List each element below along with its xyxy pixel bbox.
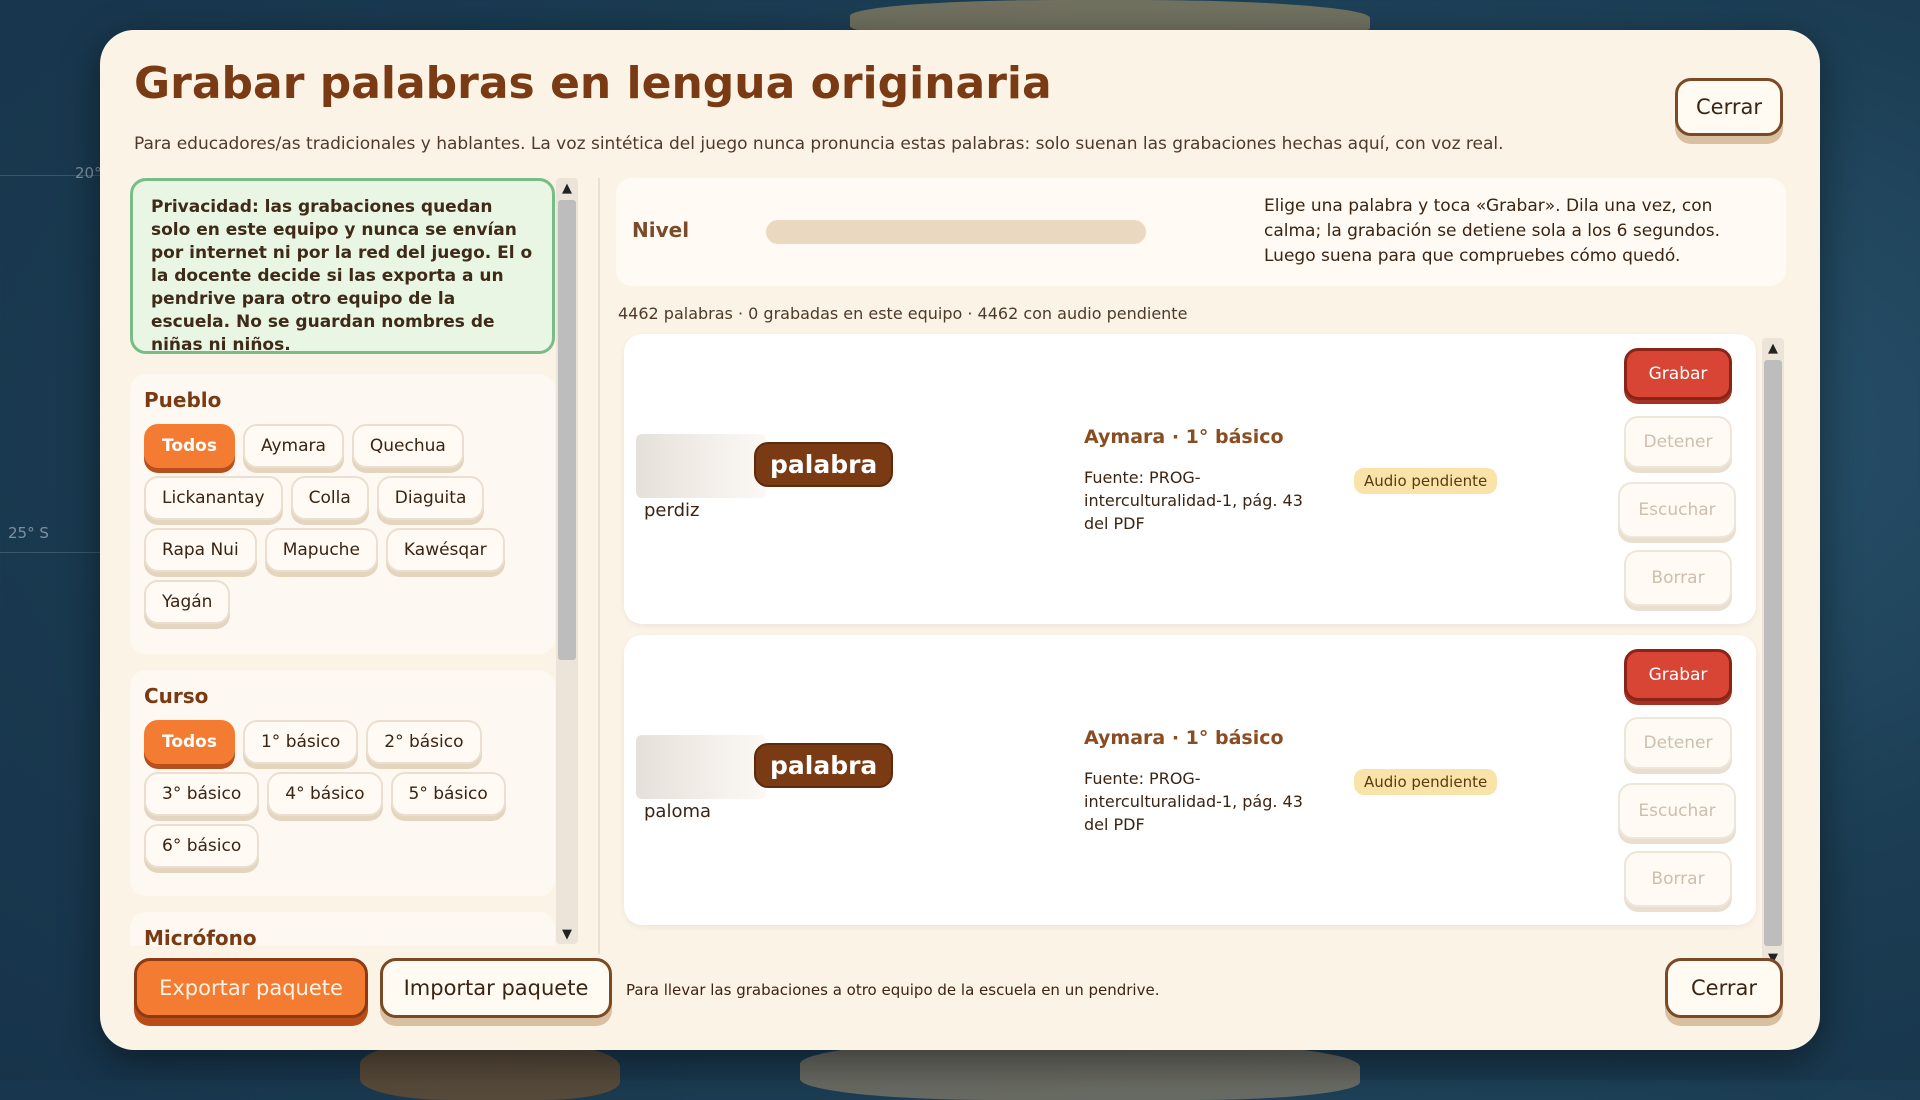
microfono-filter: Micrófono [130, 912, 555, 946]
level-meter [766, 220, 1146, 244]
word-source: Fuente: PROG-interculturalidad-1, pág. 4… [1084, 468, 1303, 533]
pueblo-chip-lickanantay[interactable]: Lickanantay [144, 476, 283, 520]
level-card: Nivel Elige una palabra y toca «Grabar».… [616, 178, 1786, 286]
close-button-top[interactable]: Cerrar [1675, 78, 1783, 136]
export-package-button[interactable]: Exportar paquete [134, 958, 368, 1018]
word-card: palabra paloma Aymara · 1° básico Fuente… [624, 635, 1756, 925]
pueblo-chip-colla[interactable]: Colla [290, 476, 369, 520]
word-meta: Aymara · 1° básico [1084, 426, 1284, 448]
page-subtitle: Para educadores/as tradicionales y habla… [134, 134, 1504, 154]
import-package-button[interactable]: Importar paquete [380, 958, 612, 1018]
curso-chip-5-basico[interactable]: 5° básico [390, 772, 506, 816]
pueblo-chip-mapuche[interactable]: Mapuche [264, 528, 378, 572]
word-image [636, 434, 766, 498]
word-text: perdiz [644, 500, 700, 521]
word-source: Fuente: PROG-interculturalidad-1, pág. 4… [1084, 769, 1303, 834]
word-stats: 4462 palabras · 0 grabadas en este equip… [618, 304, 1188, 323]
left-scrollbar[interactable]: ▲ ▼ [556, 178, 578, 944]
word-meta: Aymara · 1° básico [1084, 727, 1284, 749]
word-card: palabra perdiz Aymara · 1° básico Fuente… [624, 334, 1756, 624]
scroll-up-arrow-icon[interactable]: ▲ [556, 178, 578, 198]
pueblo-chip-rapa-nui[interactable]: Rapa Nui [144, 528, 257, 572]
pueblo-chip-list: Todos Aymara Quechua Lickanantay Colla D… [144, 424, 541, 624]
word-pill: palabra [754, 743, 894, 788]
left-panel: Privacidad: las grabaciones quedan solo … [130, 178, 555, 946]
word-pill: palabra [754, 442, 894, 487]
stop-button[interactable]: Detener [1624, 717, 1732, 769]
level-help-text: Elige una palabra y toca «Grabar». Dila … [1264, 196, 1720, 266]
record-button[interactable]: Grabar [1624, 348, 1732, 400]
map-latitude-label: 25° S [8, 524, 49, 542]
curso-chip-3-basico[interactable]: 3° básico [144, 772, 260, 816]
pueblo-chip-aymara[interactable]: Aymara [242, 424, 344, 468]
scroll-down-arrow-icon[interactable]: ▼ [556, 924, 578, 944]
curso-chip-1-basico[interactable]: 1° básico [242, 720, 359, 764]
curso-chip-6-basico[interactable]: 6° básico [144, 824, 260, 868]
curso-filter-title: Curso [144, 684, 209, 708]
map-latitude-line [0, 552, 100, 553]
delete-button[interactable]: Borrar [1624, 550, 1732, 606]
pueblo-chip-kawesqar[interactable]: Kawésqar [385, 528, 505, 572]
list-scrollbar[interactable]: ▲ ▼ [1762, 338, 1784, 968]
pueblo-chip-todos[interactable]: Todos [144, 424, 235, 468]
microfono-filter-title: Micrófono [144, 926, 257, 946]
recording-modal: Grabar palabras en lengua originaria Par… [100, 30, 1820, 1050]
privacy-note: Privacidad: las grabaciones quedan solo … [130, 178, 555, 355]
left-scrollbar-thumb[interactable] [558, 200, 576, 660]
pueblo-filter: Pueblo Todos Aymara Quechua Lickanantay … [130, 374, 555, 654]
word-list: palabra perdiz Aymara · 1° básico Fuente… [616, 330, 1776, 970]
list-scrollbar-thumb[interactable] [1764, 360, 1782, 946]
status-badge: Audio pendiente [1354, 769, 1498, 795]
pueblo-chip-quechua[interactable]: Quechua [351, 424, 464, 468]
scroll-up-arrow-icon[interactable]: ▲ [1762, 338, 1784, 358]
listen-button[interactable]: Escuchar [1618, 482, 1736, 538]
close-button-bottom[interactable]: Cerrar [1665, 958, 1783, 1018]
curso-chip-4-basico[interactable]: 4° básico [267, 772, 383, 816]
stop-button[interactable]: Detener [1624, 416, 1732, 468]
word-image [636, 735, 766, 799]
status-badge: Audio pendiente [1354, 468, 1498, 494]
curso-filter: Curso Todos 1° básico 2° básico 3° básic… [130, 670, 555, 896]
word-text: paloma [644, 801, 712, 822]
pueblo-filter-title: Pueblo [144, 388, 222, 412]
curso-chip-todos[interactable]: Todos [144, 720, 235, 764]
pueblo-chip-diaguita[interactable]: Diaguita [376, 476, 485, 520]
level-label: Nivel [632, 218, 690, 242]
curso-chip-list: Todos 1° básico 2° básico 3° básico 4° b… [144, 720, 541, 868]
delete-button[interactable]: Borrar [1624, 851, 1732, 907]
pueblo-chip-yagan[interactable]: Yagán [144, 580, 231, 624]
record-button[interactable]: Grabar [1624, 649, 1732, 701]
curso-chip-2-basico[interactable]: 2° básico [366, 720, 482, 764]
export-hint: Para llevar las grabaciones a otro equip… [626, 981, 1160, 999]
column-divider [598, 178, 600, 954]
map-latitude-label: 20° [75, 164, 102, 182]
listen-button[interactable]: Escuchar [1618, 783, 1736, 839]
page-title: Grabar palabras en lengua originaria [134, 58, 1052, 109]
